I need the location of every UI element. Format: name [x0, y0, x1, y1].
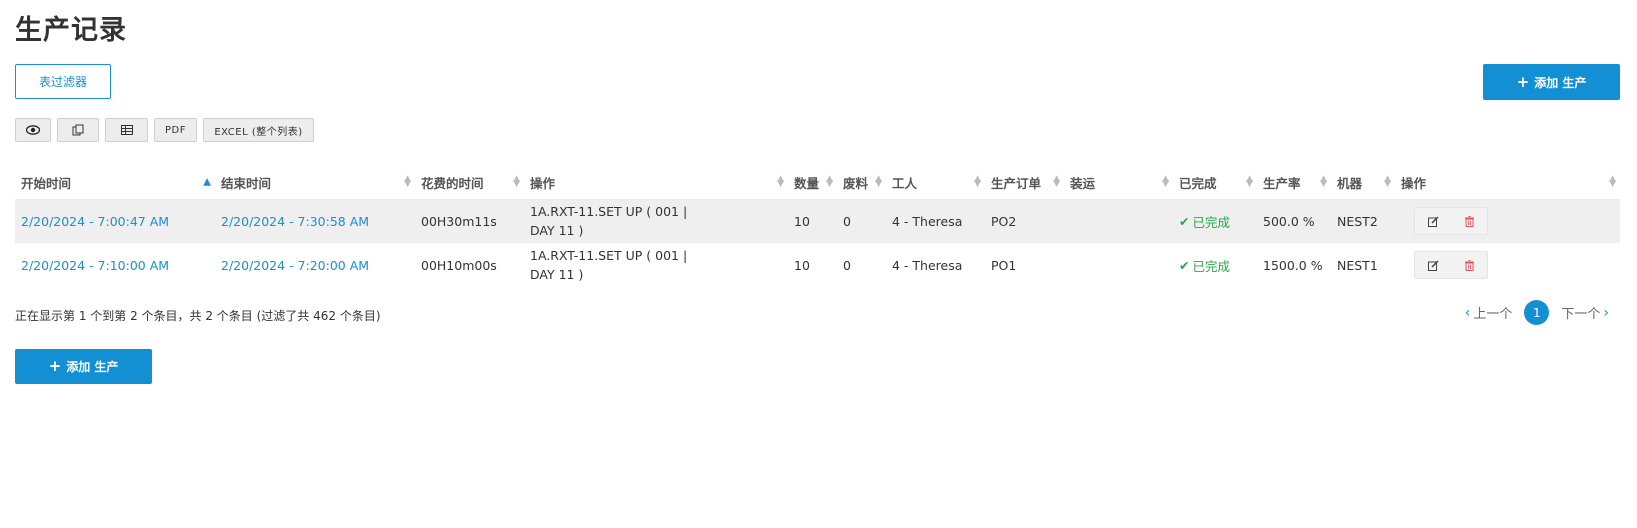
worker-cell: 4 - Theresa [886, 199, 985, 243]
eye-icon [26, 125, 40, 135]
col-header-machine[interactable]: 机器 ▲ ▼ [1331, 165, 1395, 199]
plus-icon: + [48, 357, 62, 375]
duration-cell: 00H30m11s [415, 199, 524, 243]
sort-icon: ▲ ▼ [875, 174, 882, 189]
sort-icon: ▲ ▼ [1320, 174, 1327, 189]
shipment-cell [1064, 243, 1173, 287]
csv-button[interactable] [105, 118, 148, 142]
trash-icon [1464, 215, 1474, 227]
shipment-cell [1064, 199, 1173, 243]
order-cell: PO1 [991, 257, 1017, 273]
prev-page-button[interactable]: ‹ 上一个 [1464, 303, 1513, 323]
check-icon: ✔ [1179, 257, 1190, 273]
add-production-button-bottom[interactable]: + 添加 生产 [15, 349, 152, 384]
columns-icon [120, 125, 133, 135]
rate-cell: 1500.0 % [1263, 257, 1323, 273]
add-production-label: 添加 生产 [1534, 75, 1587, 90]
page-1-button[interactable]: 1 [1524, 300, 1550, 325]
sort-asc-icon: ▲ [203, 176, 211, 188]
copy-button[interactable] [57, 118, 99, 142]
machine-cell: NEST2 [1331, 199, 1395, 243]
sort-icon: ▲ ▼ [404, 174, 411, 189]
operation-cell: 1A.RXT-11.SET UP ( 001 | DAY 11 ) [530, 248, 688, 282]
col-header-actions[interactable]: 操作 ▲ ▼ [1395, 165, 1620, 199]
sort-icon: ▲ ▼ [826, 174, 833, 189]
excel-button[interactable]: EXCEL (整个列表) [203, 118, 314, 142]
next-page-label: 下一个 [1561, 307, 1601, 322]
pagination: ‹ 上一个 1 下一个 › [1465, 300, 1609, 325]
page-title: 生产记录 [15, 15, 127, 46]
sort-icon: ▲ ▼ [1384, 174, 1391, 189]
table-row: 2/20/2024 - 7:10:00 AM 2/20/2024 - 7:20:… [15, 243, 1620, 287]
worker-cell: 4 - Theresa [892, 257, 963, 273]
add-production-label: 添加 生产 [66, 360, 119, 374]
col-header-start-time[interactable]: 开始时间 ▲ [15, 165, 215, 199]
table-row: 2/20/2024 - 7:00:47 AM 2/20/2024 - 7:30:… [15, 199, 1620, 243]
quantity-cell: 10 [794, 257, 810, 273]
table-info: 正在显示第 1 个到第 2 个条目，共 2 个条目 (过滤了共 462 个条目) [15, 309, 381, 323]
chevron-left-icon: ‹ [1464, 304, 1471, 321]
delete-button[interactable] [1451, 208, 1487, 234]
copy-icon [72, 124, 84, 136]
col-header-end-time[interactable]: 结束时间 ▲ ▼ [215, 165, 415, 199]
export-toolbar: PDF EXCEL (整个列表) [15, 118, 314, 142]
scrap-cell: 0 [837, 199, 886, 243]
table-filter-button[interactable]: 表过滤器 [15, 64, 111, 99]
col-header-scrap[interactable]: 废料 ▲ ▼ [837, 165, 886, 199]
operation-cell: 1A.RXT-11.SET UP ( 001 | DAY 11 ) [524, 199, 788, 243]
sort-icon: ▲ ▼ [777, 174, 784, 189]
start-time-link[interactable]: 2/20/2024 - 7:00:47 AM [21, 214, 169, 229]
check-icon: ✔ [1179, 213, 1190, 229]
col-header-rate[interactable]: 生产率 ▲ ▼ [1257, 165, 1331, 199]
prev-page-label: 上一个 [1473, 307, 1513, 322]
machine-cell: NEST1 [1337, 257, 1378, 273]
next-page-button[interactable]: 下一个 › [1561, 303, 1609, 323]
sort-icon: ▲ ▼ [513, 174, 520, 189]
actions-cell [1395, 199, 1620, 243]
col-header-operation[interactable]: 操作 ▲ ▼ [524, 165, 788, 199]
scrap-cell: 0 [843, 257, 851, 273]
edit-icon [1427, 215, 1439, 227]
col-header-completed[interactable]: 已完成 ▲ ▼ [1173, 165, 1257, 199]
completed-cell: ✔ 已完成 [1179, 257, 1230, 274]
edit-button[interactable] [1415, 252, 1451, 278]
edit-icon [1427, 259, 1439, 271]
rate-cell: 500.0 % [1257, 199, 1331, 243]
sort-icon: ▲ ▼ [1609, 174, 1616, 189]
add-production-button[interactable]: + 添加 生产 [1483, 64, 1620, 100]
quantity-cell: 10 [788, 199, 837, 243]
order-cell: PO2 [985, 199, 1064, 243]
pdf-button[interactable]: PDF [154, 118, 197, 142]
trash-icon [1464, 259, 1474, 271]
column-visibility-button[interactable] [15, 118, 51, 142]
edit-button[interactable] [1415, 208, 1451, 234]
col-header-worker[interactable]: 工人 ▲ ▼ [886, 165, 985, 199]
sort-icon: ▲ ▼ [1162, 174, 1169, 189]
start-time-link[interactable]: 2/20/2024 - 7:10:00 AM [21, 258, 169, 273]
end-time-link[interactable]: 2/20/2024 - 7:30:58 AM [221, 214, 369, 229]
sort-icon: ▲ ▼ [1246, 174, 1253, 189]
duration-cell: 00H10m00s [421, 257, 497, 273]
col-header-shipment[interactable]: 装运 ▲ ▼ [1064, 165, 1173, 199]
sort-icon: ▲ ▼ [974, 174, 981, 189]
col-header-quantity[interactable]: 数量 ▲ ▼ [788, 165, 837, 199]
completed-cell: ✔ 已完成 [1173, 199, 1257, 243]
sort-icon: ▲ ▼ [1053, 174, 1060, 189]
chevron-right-icon: › [1603, 304, 1609, 321]
production-table: 开始时间 ▲ 结束时间 ▲ ▼ 花费的时间 ▲ ▼ 操作 ▲ ▼ 数量 ▲ ▼ 废料 ▲ ▼ 工人 ▲ ▼… [15, 165, 1620, 287]
plus-icon: + [1516, 72, 1530, 91]
delete-button[interactable] [1451, 252, 1487, 278]
col-header-duration[interactable]: 花费的时间 ▲ ▼ [415, 165, 524, 199]
actions-cell [1395, 243, 1620, 287]
end-time-link[interactable]: 2/20/2024 - 7:20:00 AM [221, 258, 369, 273]
col-header-production-order[interactable]: 生产订单 ▲ ▼ [985, 165, 1064, 199]
table-header-row: 开始时间 ▲ 结束时间 ▲ ▼ 花费的时间 ▲ ▼ 操作 ▲ ▼ 数量 ▲ ▼ 废料 ▲ ▼ 工人 ▲ ▼… [15, 165, 1620, 199]
